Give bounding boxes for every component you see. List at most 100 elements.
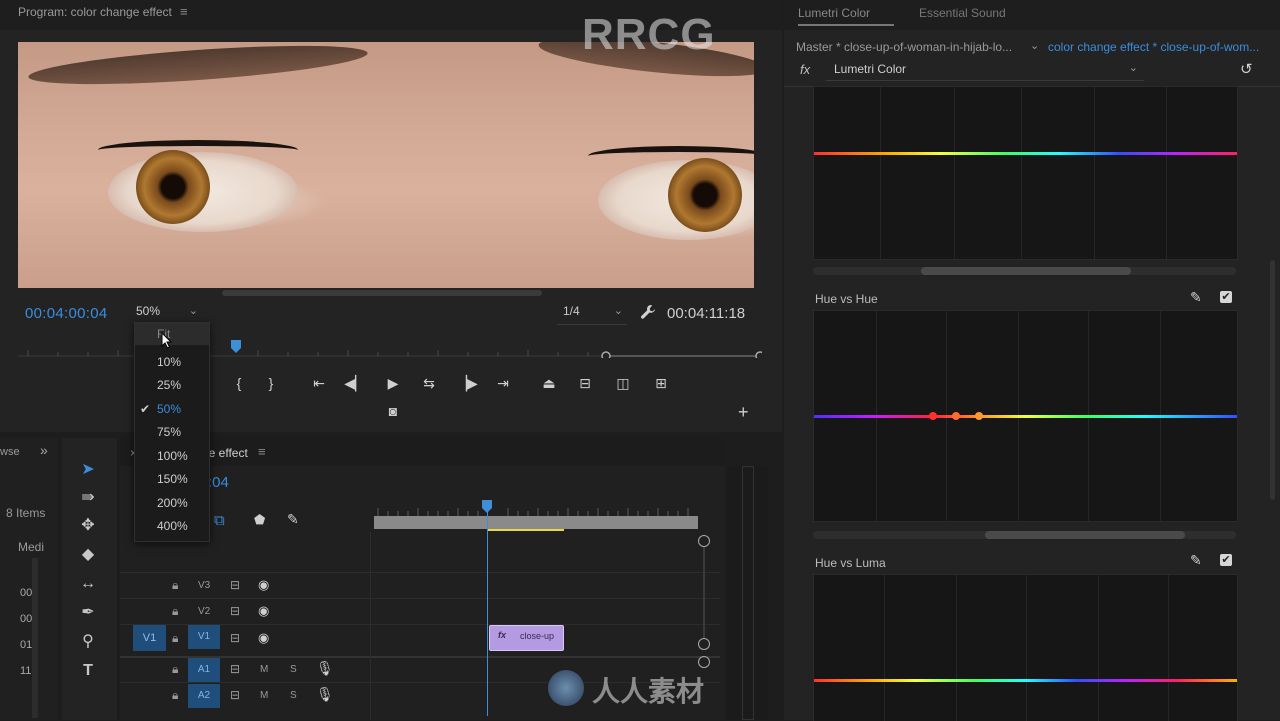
sync-lock-icon[interactable]: ⊟ bbox=[230, 604, 240, 618]
eyedropper-icon[interactable]: ✎ bbox=[1190, 289, 1202, 306]
mark-in-button[interactable]: { bbox=[228, 372, 250, 394]
zoom-option-50[interactable]: ✔ 50% bbox=[135, 398, 209, 420]
hue-vs-luma-graph[interactable] bbox=[813, 574, 1238, 721]
lock-icon[interactable]: 🔒︎ bbox=[172, 688, 178, 703]
ripple-edit-tool-icon[interactable]: ✥ bbox=[76, 514, 100, 538]
monitor-scrollbar[interactable] bbox=[222, 290, 542, 296]
panel-overflow-icon[interactable]: » bbox=[40, 442, 48, 458]
effect-select[interactable]: Lumetri Color ⌄ bbox=[826, 60, 1144, 81]
project-tab-label[interactable]: wse bbox=[0, 446, 20, 458]
scroll-handle[interactable] bbox=[698, 638, 710, 650]
play-icon[interactable]: ▶ bbox=[382, 372, 404, 394]
track-target-v1[interactable]: V1 bbox=[188, 625, 220, 649]
graph-scrollbar[interactable] bbox=[813, 531, 1236, 539]
playhead-timecode[interactable]: 00:04:00:04 bbox=[25, 305, 108, 322]
lumetri-scrollbar[interactable] bbox=[1270, 260, 1275, 500]
zoom-option-10[interactable]: 10% bbox=[135, 351, 209, 373]
button-editor-add-icon[interactable]: + bbox=[738, 402, 749, 423]
step-back-icon[interactable]: ◀▏ bbox=[344, 372, 366, 394]
hue-curve-graph[interactable] bbox=[813, 86, 1238, 260]
solo-button[interactable]: S bbox=[290, 664, 297, 675]
zoom-option-200[interactable]: 200% bbox=[135, 492, 209, 514]
solo-button[interactable]: S bbox=[290, 690, 297, 701]
project-scrollbar[interactable] bbox=[32, 558, 38, 718]
tab-essential-sound[interactable]: Essential Sound bbox=[919, 6, 1006, 20]
zoom-level-select[interactable]: 50% ⌄ bbox=[136, 304, 202, 324]
zoom-option-400[interactable]: 400% bbox=[135, 515, 209, 537]
track-target-a1[interactable]: A1 bbox=[188, 658, 220, 682]
reset-icon[interactable]: ↺ bbox=[1240, 60, 1253, 78]
slip-tool-icon[interactable]: ↔ bbox=[76, 572, 100, 596]
enable-checkbox[interactable]: ✔ bbox=[1220, 554, 1232, 566]
go-to-out-icon[interactable]: ⇥ bbox=[492, 372, 514, 394]
mute-button[interactable]: M bbox=[260, 690, 268, 701]
microphone-icon[interactable]: 🎙︎ bbox=[316, 660, 334, 677]
graph-scroll-thumb[interactable] bbox=[985, 531, 1185, 539]
add-marker-icon[interactable]: ⬟ bbox=[254, 512, 265, 528]
chevron-down-icon[interactable]: ⌄ bbox=[1030, 39, 1039, 52]
zoom-option-100[interactable]: 100% bbox=[135, 445, 209, 467]
eye-icon[interactable]: ◉ bbox=[258, 577, 269, 593]
pen-tool-icon[interactable]: ✒ bbox=[76, 601, 100, 625]
curve-control-point[interactable] bbox=[929, 412, 937, 420]
sequence-clip-label[interactable]: color change effect * close-up-of-wom... bbox=[1048, 40, 1259, 54]
program-monitor-title[interactable]: Program: color change effect bbox=[18, 5, 172, 19]
sync-lock-icon[interactable]: ⊟ bbox=[230, 688, 240, 702]
timeline-settings-wrench-icon[interactable]: ✎ bbox=[287, 511, 299, 528]
zoom-option-75[interactable]: 75% bbox=[135, 421, 209, 443]
loop-icon[interactable]: ⇆ bbox=[418, 372, 440, 394]
step-forward-icon[interactable]: ▕▶ bbox=[456, 372, 478, 394]
export-frame-camera-icon[interactable]: ◙ bbox=[382, 400, 404, 422]
graph-scrollbar[interactable] bbox=[813, 267, 1236, 275]
hue-vs-hue-graph[interactable] bbox=[813, 310, 1238, 522]
sync-lock-icon[interactable]: ⊟ bbox=[230, 662, 240, 676]
safe-margins-icon[interactable]: ⊞ bbox=[650, 372, 672, 394]
work-area-bar[interactable] bbox=[374, 516, 698, 529]
eye-icon[interactable]: ◉ bbox=[258, 630, 269, 646]
project-column-header[interactable]: Medi bbox=[18, 540, 44, 554]
lock-icon[interactable]: 🔒︎ bbox=[172, 631, 178, 646]
eyedropper-icon[interactable]: ✎ bbox=[1190, 552, 1202, 569]
curve-control-point[interactable] bbox=[952, 412, 960, 420]
tab-lumetri-color[interactable]: Lumetri Color bbox=[798, 6, 870, 20]
timeline-clip[interactable]: fx close-up bbox=[489, 625, 564, 651]
curve-control-point[interactable] bbox=[975, 412, 983, 420]
timeline-timecode[interactable]: :04 bbox=[208, 474, 229, 491]
timeline-playhead[interactable] bbox=[487, 506, 488, 716]
wrench-icon[interactable] bbox=[640, 304, 656, 320]
type-tool-icon[interactable]: T bbox=[76, 659, 100, 683]
track-select-tool-icon[interactable]: ⇛ bbox=[76, 486, 100, 510]
go-to-in-icon[interactable]: ⇤ bbox=[308, 372, 330, 394]
master-clip-label[interactable]: Master * close-up-of-woman-in-hijab-lo..… bbox=[796, 40, 1012, 54]
razor-tool-icon[interactable]: ◆ bbox=[76, 543, 100, 567]
sync-lock-icon[interactable]: ⊟ bbox=[230, 578, 240, 592]
sync-lock-icon[interactable]: ⊟ bbox=[230, 631, 240, 645]
extract-icon[interactable]: ⊟ bbox=[574, 372, 596, 394]
graph-scroll-thumb[interactable] bbox=[921, 267, 1131, 275]
scroll-handle[interactable] bbox=[698, 535, 710, 547]
playback-resolution-select[interactable]: 1/4 ⌄ bbox=[557, 304, 627, 325]
timeline-time-ruler[interactable] bbox=[374, 498, 698, 516]
lock-icon[interactable]: 🔒︎ bbox=[172, 604, 178, 619]
track-target-a2[interactable]: A2 bbox=[188, 684, 220, 708]
comparison-view-icon[interactable]: ◫ bbox=[612, 372, 634, 394]
lock-icon[interactable]: 🔒︎ bbox=[172, 662, 178, 677]
zoom-option-150[interactable]: 150% bbox=[135, 468, 209, 490]
selection-tool-icon[interactable]: ➤ bbox=[76, 458, 100, 482]
linked-selection-icon[interactable]: ⧉ bbox=[214, 512, 225, 529]
lift-icon[interactable]: ⏏ bbox=[538, 372, 560, 394]
scroll-handle[interactable] bbox=[698, 656, 710, 668]
panel-menu-icon[interactable]: ≡ bbox=[258, 444, 266, 459]
vertical-scrollbar-track[interactable] bbox=[703, 547, 705, 638]
zoom-option-25[interactable]: 25% bbox=[135, 374, 209, 396]
monitor-time-ruler[interactable] bbox=[18, 340, 762, 358]
microphone-icon[interactable]: 🎙︎ bbox=[316, 686, 334, 703]
eye-icon[interactable]: ◉ bbox=[258, 603, 269, 619]
enable-checkbox[interactable]: ✔ bbox=[1220, 291, 1232, 303]
source-patch-v1[interactable]: V1 bbox=[133, 625, 166, 651]
panel-menu-icon[interactable]: ≡ bbox=[180, 4, 188, 19]
zoom-tool-icon[interactable]: ⚲ bbox=[76, 630, 100, 654]
mute-button[interactable]: M bbox=[260, 664, 268, 675]
mark-out-button[interactable]: } bbox=[260, 372, 282, 394]
lock-icon[interactable]: 🔒︎ bbox=[172, 578, 178, 593]
